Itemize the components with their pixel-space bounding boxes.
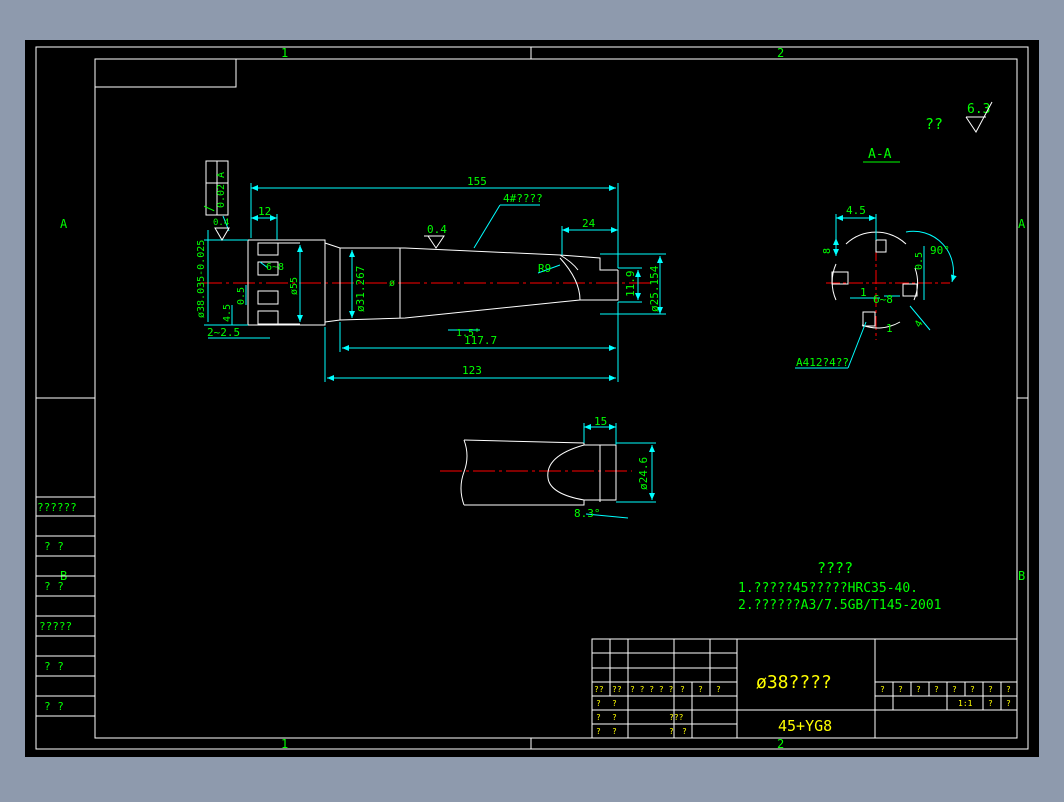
notes-line-1: 1.?????45?????HRC35-40. — [738, 581, 918, 596]
part-material: 45+YG8 — [778, 717, 832, 735]
part-name: ø38???? — [756, 672, 832, 693]
dim-ra-04: 0.4 — [427, 223, 447, 236]
tb-row-a-1: ? — [596, 699, 601, 708]
strip-cell-1: ?????? — [37, 501, 77, 514]
tb-row-b-3: ??? — [669, 713, 684, 722]
dim-angle-15: 1.5° — [456, 328, 480, 339]
dim-dia-31: ø31.267 — [354, 266, 367, 312]
dim-155: 155 — [467, 175, 487, 188]
tb-row-c-4: ? — [682, 727, 687, 736]
tb-header-4: ? — [680, 685, 685, 694]
dim-2-25: 2~2.5 — [207, 326, 240, 339]
dim-dia-38: ø38.035-0.025 — [196, 240, 207, 318]
dim-24: 24 — [582, 217, 596, 230]
tb-scale: 1:1 — [958, 699, 973, 708]
dim-dia-25: ø25.154 — [648, 265, 661, 312]
dim-0-5: 0.5 — [236, 287, 247, 305]
sec-dim-4-5: 4.5 — [846, 204, 866, 217]
sec-dim-1b: 1 — [886, 322, 893, 335]
sec-dim-90: 90° — [930, 244, 950, 257]
tb-right-4: ? — [934, 685, 939, 694]
sec-dim-1: 1 — [860, 286, 867, 299]
dim-4-5: 4.5 — [222, 304, 233, 322]
tb-right-5: ? — [952, 685, 957, 694]
roughness-mark: ?? — [925, 115, 943, 133]
tb-right-6: ? — [970, 685, 975, 694]
sec-dim-0-5: 0.5 — [914, 252, 925, 270]
dim-r9: R9 — [538, 262, 551, 275]
det-dim-8-3: 8.3° — [574, 507, 601, 520]
zone-left-a: A — [60, 217, 68, 231]
sec-dim-8: 8 — [822, 248, 833, 254]
zone-right-b: B — [1018, 569, 1025, 583]
tb-right-2: ? — [898, 685, 903, 694]
tb-header-6: ? — [716, 685, 721, 694]
strip-cell-4: ????? — [39, 620, 72, 633]
strip-cell-2: ? ? — [44, 540, 64, 553]
tb-right-7: ? — [988, 685, 993, 694]
dim-12: 12 — [258, 205, 271, 218]
tb-row-c-3: ? — [669, 727, 674, 736]
dim-6-8: 6~8 — [266, 262, 284, 273]
notes-line-2: 2.??????A3/7.5GB/T145-2001 — [738, 598, 942, 613]
det-dim-24-6: ø24.6 — [637, 457, 650, 490]
tb-right2-2: ? — [1006, 699, 1011, 708]
tb-header-3: ? ? ? ? ? — [630, 685, 674, 694]
tb-header-5: ? — [698, 685, 703, 694]
tb-header-2: ?? — [612, 685, 622, 694]
tb-row-c-2: ? — [612, 727, 617, 736]
section-label: A-A — [868, 147, 892, 162]
phi-mark: ø — [389, 278, 395, 289]
dim-11-9: 11.9 — [624, 271, 637, 298]
strip-cell-5: ? ? — [44, 660, 64, 673]
zone-top-2: 2 — [777, 46, 784, 60]
tb-right-3: ? — [916, 685, 921, 694]
zone-bottom-2: 2 — [777, 737, 784, 751]
drawing-canvas[interactable]: 1 2 1 2 A B A B ?????? ? ? ? ? ????? ? ?… — [0, 0, 1064, 798]
runout-icon: / — [202, 205, 216, 212]
notes-title: ???? — [817, 559, 853, 577]
tb-row-c-1: ? — [596, 727, 601, 736]
sec-dim-6-8: 6~8 — [873, 293, 893, 306]
tb-right2-1: ? — [988, 699, 993, 708]
dim-dia-55: ø55 — [289, 277, 300, 295]
tb-header-1: ?? — [594, 685, 604, 694]
strip-cell-6: ? ? — [44, 700, 64, 713]
tb-right-1: ? — [880, 685, 885, 694]
tb-row-a-2: ? — [612, 699, 617, 708]
dim-123: 123 — [462, 364, 482, 377]
det-dim-15: 15 — [594, 415, 607, 428]
tb-right-8: ? — [1006, 685, 1011, 694]
zone-top-1: 1 — [281, 46, 288, 60]
sec-leader-note: A412?4?? — [796, 356, 849, 369]
roughness-value: 6.3 — [967, 102, 990, 117]
taper-note: 4#???? — [503, 192, 543, 205]
tb-row-b-1: ? — [596, 713, 601, 722]
zone-right-a: A — [1018, 217, 1026, 231]
zone-bottom-1: 1 — [281, 737, 288, 751]
tol-value: 0.02 — [216, 184, 227, 208]
tol-datum: A — [216, 172, 227, 178]
tb-row-b-2: ? — [612, 713, 617, 722]
dim-ra-tip: 0.4 — [213, 218, 229, 228]
strip-cell-3: ? ? — [44, 580, 64, 593]
cad-drawing-window: 1 2 1 2 A B A B ?????? ? ? ? ? ????? ? ?… — [0, 0, 1064, 798]
